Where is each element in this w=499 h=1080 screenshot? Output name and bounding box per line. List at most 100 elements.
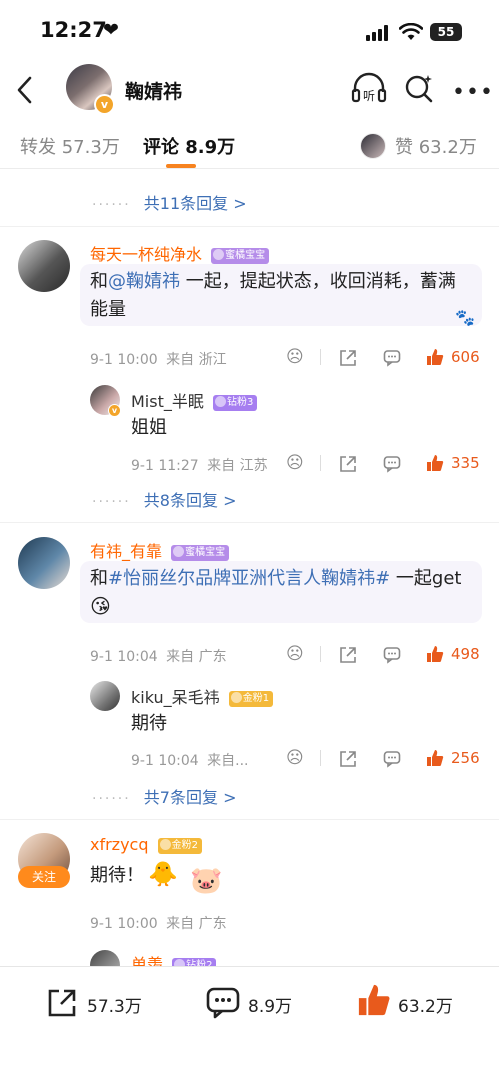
reply-icon[interactable] [383, 349, 401, 367]
more-replies-row[interactable]: ······ 共8条回复 > [92, 487, 236, 511]
comment-count: 8.9万 [248, 997, 293, 1017]
share-icon[interactable] [339, 349, 357, 367]
reply-text[interactable]: 姐姐 [131, 414, 167, 442]
comment-divider [0, 522, 499, 523]
replier-name[interactable]: Mist_半眠 [131, 392, 204, 411]
share-icon[interactable] [339, 455, 357, 473]
like-thumb-icon [358, 984, 390, 1016]
comment-text[interactable]: 期待！ [90, 862, 144, 890]
comment-location: 来自 广东 [166, 649, 227, 665]
listen-label: 听 [363, 89, 375, 103]
listen-headphone-icon[interactable]: 听 [351, 72, 387, 104]
more-icon[interactable]: ••• [452, 80, 494, 105]
author-name[interactable]: 鞠婧祎 [125, 77, 182, 104]
repost-icon [48, 989, 76, 1017]
verified-icon: v [108, 404, 121, 417]
commenter-name[interactable]: xfrzycq [90, 835, 149, 854]
tab-comment-label: 评论 [143, 137, 179, 158]
status-time: 12:27 [40, 18, 107, 42]
replier-avatar[interactable] [90, 681, 120, 711]
emoji-react-icon[interactable]: ☹ [286, 453, 304, 473]
reply-icon[interactable] [383, 455, 401, 473]
like-thumb-icon[interactable] [426, 645, 444, 663]
comment-like-count: 606 [451, 348, 480, 366]
comment-location: 来自 浙江 [166, 352, 227, 368]
comment-header: 有祎_有靠 蜜橘宝宝 [90, 538, 230, 562]
commenter-avatar[interactable] [18, 240, 70, 292]
comment-header: 每天一杯纯净水 蜜橘宝宝 [90, 241, 270, 265]
comment-icon [206, 987, 240, 1019]
comment-time: 9-1 10:00 [90, 916, 158, 932]
tab-repost[interactable]: 转发 57.3万 [20, 133, 120, 159]
tab-like-label: 赞 [395, 137, 413, 158]
search-icon[interactable] [404, 73, 434, 103]
hashtag-link[interactable]: #怡丽丝尔品牌亚洲代言人鞠婧祎# [108, 568, 390, 589]
emoji-react-icon[interactable]: ☹ [286, 748, 304, 768]
mention-link[interactable]: @鞠婧祎 [108, 271, 180, 292]
emoji-react-icon[interactable]: ☹ [286, 347, 304, 367]
commenter-name[interactable]: 每天一杯纯净水 [90, 245, 202, 264]
dots-decoration: ······ [92, 494, 131, 510]
comment-text-prefix: 和 [90, 271, 108, 292]
like-thumb-icon[interactable] [426, 454, 444, 472]
reply-meta: 9-1 10:04 来自... [131, 750, 248, 770]
fan-badge: 蜜橘宝宝 [171, 544, 230, 561]
tab-comment-count: 8.9万 [185, 137, 236, 158]
more-replies-link[interactable]: 共8条回复 > [144, 491, 237, 510]
comment-text-rest: 一起get [390, 568, 462, 589]
sticker-icon: 🐾 [455, 308, 475, 327]
like-button[interactable]: 63.2万 [357, 983, 467, 1019]
share-icon[interactable] [339, 646, 357, 664]
tab-like-count: 63.2万 [418, 137, 477, 158]
pig-sticker-icon: 🐷 [190, 866, 223, 896]
repost-count: 57.3万 [87, 997, 142, 1017]
reply-header: Mist_半眠 钻粉3 [131, 388, 258, 412]
back-arrow-icon[interactable] [14, 75, 36, 105]
reply-like-count: 256 [451, 749, 480, 767]
reply-icon[interactable] [383, 750, 401, 768]
comment-meta: 9-1 10:00 来自 浙江 [90, 349, 227, 369]
reply-location: 来自... [207, 753, 249, 769]
reply-icon[interactable] [383, 646, 401, 664]
reply-meta: 9-1 11:27 来自 江苏 [131, 455, 268, 475]
tab-like[interactable]: 赞 63.2万 [395, 133, 477, 159]
comment-like-count: 498 [451, 645, 480, 663]
more-replies-row[interactable]: ······ 共11条回复 > [92, 190, 247, 214]
reply-text[interactable]: 期待 [131, 710, 167, 738]
comment-header: xfrzycq 金粉2 [90, 835, 202, 854]
comment-text[interactable]: 和#怡丽丝尔品牌亚洲代言人鞠婧祎# 一起get [90, 565, 472, 593]
meta-separator [320, 349, 321, 365]
reply-time: 9-1 11:27 [131, 458, 199, 474]
reply-header: kiku_呆毛祎 金粉1 [131, 684, 274, 708]
reply-location: 来自 江苏 [207, 458, 268, 474]
comment-time: 9-1 10:04 [90, 649, 158, 665]
meta-separator [320, 646, 321, 662]
share-icon[interactable] [339, 750, 357, 768]
fan-badge: 金粉2 [157, 837, 202, 854]
more-replies-link[interactable]: 共7条回复 > [144, 788, 237, 807]
commenter-name[interactable]: 有祎_有靠 [90, 542, 162, 561]
more-replies-link[interactable]: 共11条回复 > [144, 194, 247, 213]
emoji-react-icon[interactable]: ☹ [286, 644, 304, 664]
heart-icon: ❤ [103, 19, 119, 41]
meta-separator [320, 455, 321, 471]
emoji-sticker-icon: 🐥 [148, 860, 178, 888]
more-replies-row[interactable]: ······ 共7条回复 > [92, 784, 236, 808]
commenter-avatar[interactable] [18, 537, 70, 589]
replier-name[interactable]: kiku_呆毛祎 [131, 688, 220, 707]
follow-button[interactable]: 关注 [18, 866, 70, 888]
verified-icon: v [94, 94, 115, 115]
tab-repost-count: 57.3万 [61, 137, 120, 158]
comment-text[interactable]: 和@鞠婧祎 一起，提起状态，收回消耗，蓄满能量 [90, 268, 472, 324]
comment-location: 来自 广东 [166, 916, 227, 932]
comment-button[interactable]: 8.9万 [206, 985, 316, 1019]
tabs-divider [0, 168, 499, 169]
meta-separator [320, 750, 321, 766]
fan-badge: 蜜橘宝宝 [211, 247, 270, 264]
tab-comment[interactable]: 评论 8.9万 [143, 133, 235, 159]
like-thumb-icon[interactable] [426, 348, 444, 366]
comment-time: 9-1 10:00 [90, 352, 158, 368]
repost-button[interactable]: 57.3万 [46, 985, 196, 1019]
comment-text-prefix: 和 [90, 568, 108, 589]
like-thumb-icon[interactable] [426, 749, 444, 767]
